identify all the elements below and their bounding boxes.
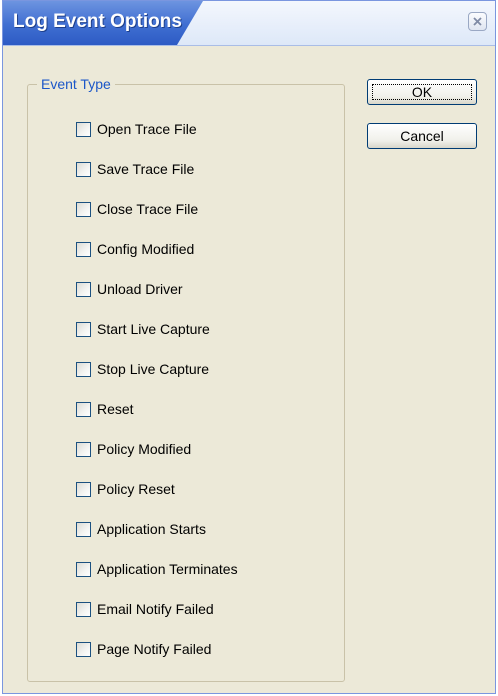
- checkbox-box[interactable]: [76, 561, 91, 577]
- focus-ring: [372, 84, 472, 100]
- checkbox-box[interactable]: [76, 601, 91, 617]
- checkbox-policy-reset[interactable]: Policy Reset: [76, 478, 316, 500]
- checkbox-start-live-capture[interactable]: Start Live Capture: [76, 318, 316, 340]
- checkbox-label: Open Trace File: [97, 121, 197, 137]
- checkbox-unload-driver[interactable]: Unload Driver: [76, 278, 316, 300]
- checkbox-label: Email Notify Failed: [97, 601, 214, 617]
- ok-button[interactable]: OK: [367, 79, 477, 105]
- checkbox-label: Application Terminates: [97, 561, 238, 577]
- checkbox-box[interactable]: [76, 121, 91, 137]
- checkbox-reset[interactable]: Reset: [76, 398, 316, 420]
- checkbox-label: Config Modified: [97, 241, 195, 257]
- log-event-options-dialog: Log Event Options Event Type Open Trace …: [2, 0, 496, 694]
- checkbox-label: Reset: [97, 401, 134, 417]
- checkbox-application-terminates[interactable]: Application Terminates: [76, 558, 316, 580]
- checkbox-label: Page Notify Failed: [97, 641, 212, 657]
- checkbox-label: Application Starts: [97, 521, 206, 537]
- checkbox-box[interactable]: [76, 441, 91, 457]
- checkbox-label: Close Trace File: [97, 201, 199, 217]
- checkbox-box[interactable]: [76, 201, 91, 217]
- close-icon: [473, 17, 482, 26]
- checkbox-stop-live-capture[interactable]: Stop Live Capture: [76, 358, 316, 380]
- checkbox-open-trace-file[interactable]: Open Trace File: [76, 118, 316, 140]
- checkbox-config-modified[interactable]: Config Modified: [76, 238, 316, 260]
- checkbox-application-starts[interactable]: Application Starts: [76, 518, 316, 540]
- event-type-legend: Event Type: [37, 76, 115, 92]
- window-title: Log Event Options: [13, 11, 182, 32]
- checkbox-box[interactable]: [76, 161, 91, 177]
- checkbox-label: Start Live Capture: [97, 321, 210, 337]
- checkbox-box[interactable]: [76, 521, 91, 537]
- checkbox-email-notify-failed[interactable]: Email Notify Failed: [76, 598, 316, 620]
- close-button[interactable]: [468, 12, 487, 31]
- checkbox-label: Policy Modified: [97, 441, 192, 457]
- checkbox-box[interactable]: [76, 321, 91, 337]
- checkbox-box[interactable]: [76, 401, 91, 417]
- checkbox-box[interactable]: [76, 241, 91, 257]
- title-bar: Log Event Options: [3, 1, 495, 46]
- checkbox-box[interactable]: [76, 361, 91, 377]
- cancel-button-label: Cancel: [400, 128, 444, 144]
- checkbox-close-trace-file[interactable]: Close Trace File: [76, 198, 316, 220]
- checkbox-box[interactable]: [76, 281, 91, 297]
- checkbox-label: Stop Live Capture: [97, 361, 210, 377]
- checkbox-label: Policy Reset: [97, 481, 175, 497]
- checkbox-label: Save Trace File: [97, 161, 195, 177]
- checkbox-page-notify-failed[interactable]: Page Notify Failed: [76, 638, 316, 660]
- cancel-button[interactable]: Cancel: [367, 123, 477, 149]
- checkbox-box[interactable]: [76, 641, 91, 657]
- checkbox-policy-modified[interactable]: Policy Modified: [76, 438, 316, 460]
- checkbox-label: Unload Driver: [97, 281, 183, 297]
- dialog-body: Event Type Open Trace File Save Trace Fi…: [11, 46, 487, 686]
- checkbox-save-trace-file[interactable]: Save Trace File: [76, 158, 316, 180]
- checkbox-box[interactable]: [76, 481, 91, 497]
